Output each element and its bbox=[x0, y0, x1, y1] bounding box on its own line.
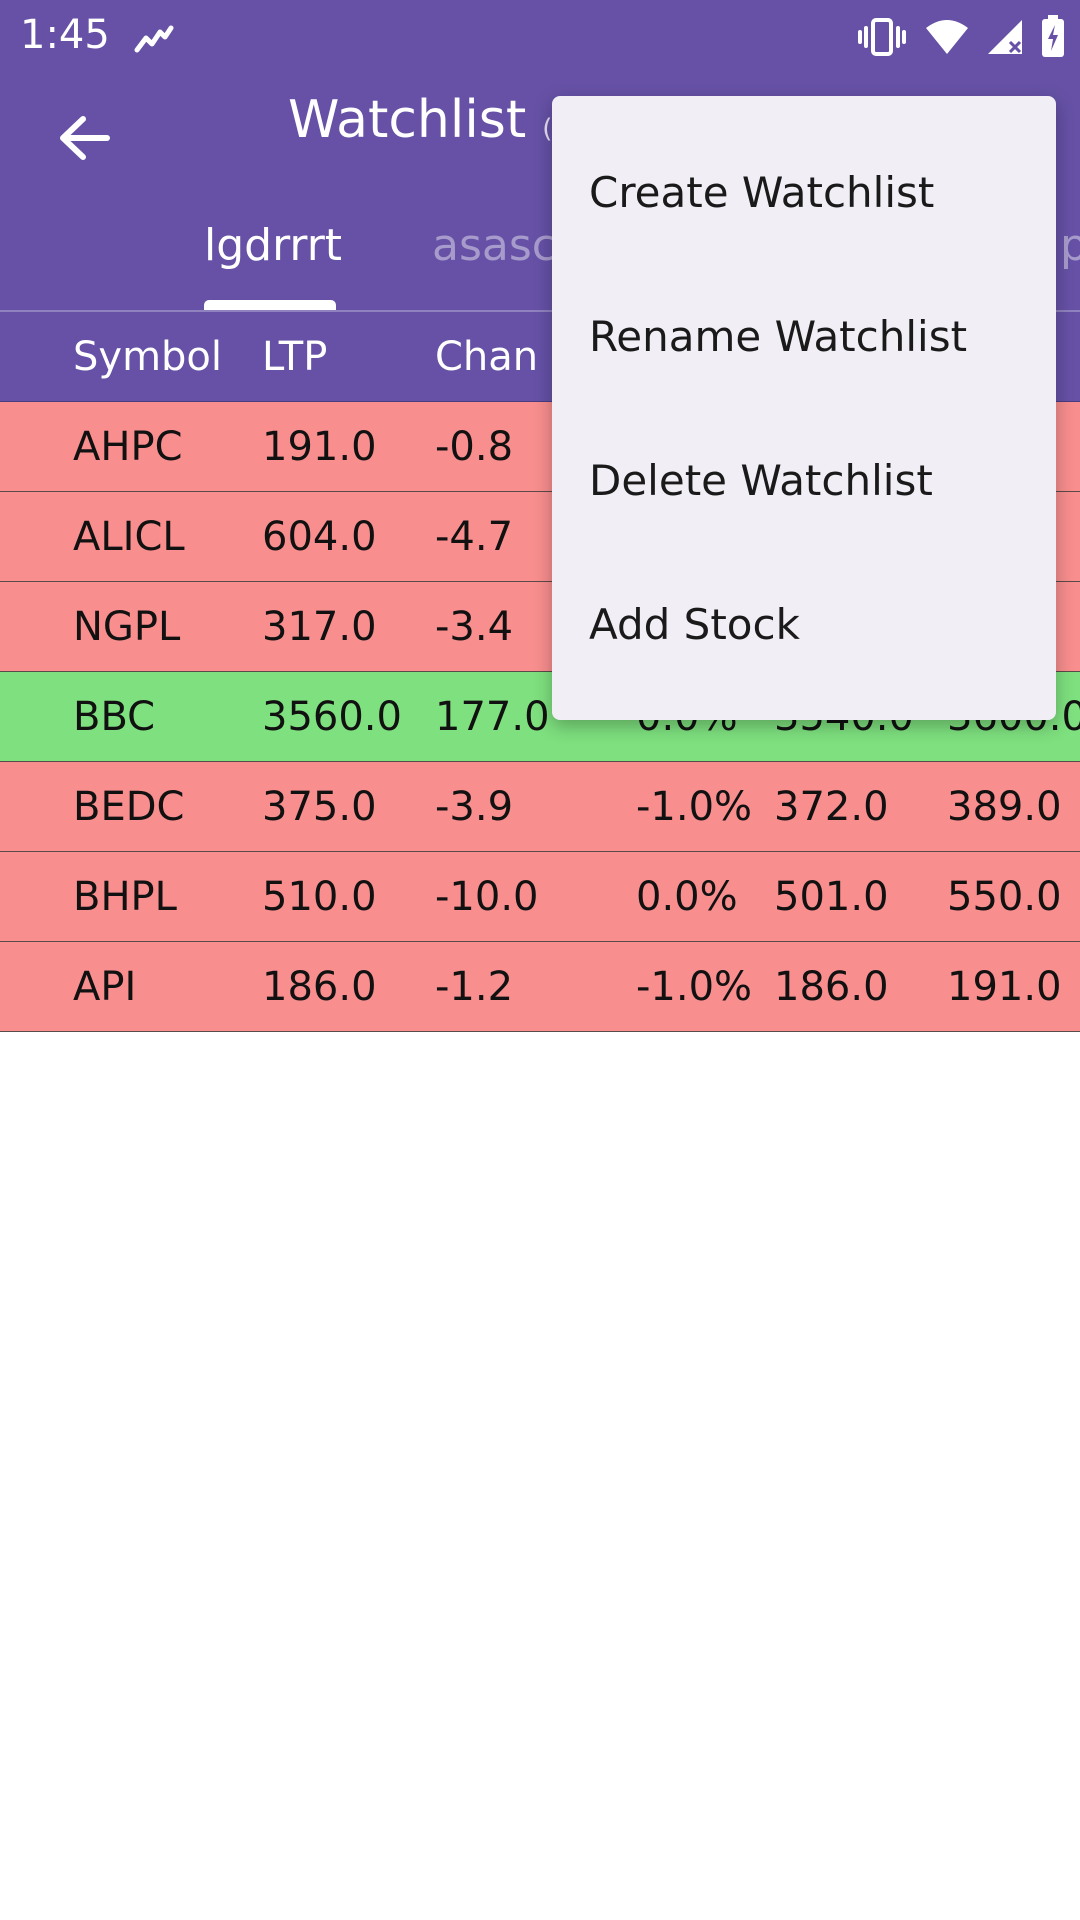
battery-charging-icon bbox=[1040, 15, 1066, 59]
cell-change: -1.2 bbox=[435, 964, 514, 1010]
vibrate-icon bbox=[856, 16, 908, 58]
cell-ltp: 604.0 bbox=[262, 514, 377, 560]
cell-change: 177.0 bbox=[435, 694, 550, 740]
menu-item-add-stock[interactable]: Add Stock bbox=[552, 552, 1056, 696]
cell-pct: 0.0% bbox=[636, 874, 738, 920]
tab-indicator bbox=[204, 300, 336, 310]
tab-p[interactable]: p bbox=[1060, 220, 1080, 271]
cell-symbol: BHPL bbox=[73, 874, 177, 920]
header-ltp: LTP bbox=[262, 334, 328, 380]
menu-item-create-watchlist[interactable]: Create Watchlist bbox=[552, 120, 1056, 264]
signal-icon bbox=[986, 18, 1024, 56]
overflow-menu: Create Watchlist Rename Watchlist Delete… bbox=[552, 96, 1056, 720]
cell-change: -10.0 bbox=[435, 874, 539, 920]
back-button[interactable] bbox=[48, 104, 120, 176]
trend-app-icon bbox=[134, 22, 174, 56]
cell-symbol: BEDC bbox=[73, 784, 185, 830]
header-symbol: Symbol bbox=[73, 334, 223, 380]
cell-ltp: 317.0 bbox=[262, 604, 377, 650]
cell-change: -3.9 bbox=[435, 784, 514, 830]
menu-item-rename-watchlist[interactable]: Rename Watchlist bbox=[552, 264, 1056, 408]
cell-change: -3.4 bbox=[435, 604, 514, 650]
cell-pct: -1.0% bbox=[636, 964, 753, 1010]
cell-ltp: 3560.0 bbox=[262, 694, 402, 740]
tab-asasc[interactable]: asasc bbox=[432, 220, 556, 271]
cell-low: 501.0 bbox=[774, 874, 889, 920]
cell-ltp: 510.0 bbox=[262, 874, 377, 920]
table-row[interactable]: BEDC 375.0 -3.9 -1.0% 372.0 389.0 bbox=[0, 762, 1080, 852]
cell-symbol: API bbox=[73, 964, 137, 1010]
cell-pct: -1.0% bbox=[636, 784, 753, 830]
status-bar: 1:45 bbox=[0, 0, 1080, 76]
cell-high: 191.0 bbox=[947, 964, 1062, 1010]
cell-symbol: ALICL bbox=[73, 514, 185, 560]
cell-ltp: 191.0 bbox=[262, 424, 377, 470]
title-group: Watchlist(A bbox=[288, 90, 570, 150]
status-time: 1:45 bbox=[20, 12, 110, 58]
table-row[interactable]: API 186.0 -1.2 -1.0% 186.0 191.0 bbox=[0, 942, 1080, 1032]
menu-item-delete-watchlist[interactable]: Delete Watchlist bbox=[552, 408, 1056, 552]
cell-symbol: NGPL bbox=[73, 604, 181, 650]
arrow-left-icon bbox=[57, 113, 111, 167]
cell-change: -4.7 bbox=[435, 514, 514, 560]
cell-symbol: AHPC bbox=[73, 424, 183, 470]
cell-high: 389.0 bbox=[947, 784, 1062, 830]
wifi-icon bbox=[924, 18, 970, 56]
cell-change: -0.8 bbox=[435, 424, 514, 470]
cell-ltp: 375.0 bbox=[262, 784, 377, 830]
tab-lgdrrrt[interactable]: lgdrrrt bbox=[204, 220, 342, 271]
table-row[interactable]: BHPL 510.0 -10.0 0.0% 501.0 550.0 bbox=[0, 852, 1080, 942]
cell-ltp: 186.0 bbox=[262, 964, 377, 1010]
cell-low: 186.0 bbox=[774, 964, 889, 1010]
header-change: Chan bbox=[435, 334, 539, 380]
cell-symbol: BBC bbox=[73, 694, 156, 740]
cell-low: 372.0 bbox=[774, 784, 889, 830]
page-title: Watchlist bbox=[288, 90, 527, 150]
cell-high: 550.0 bbox=[947, 874, 1062, 920]
